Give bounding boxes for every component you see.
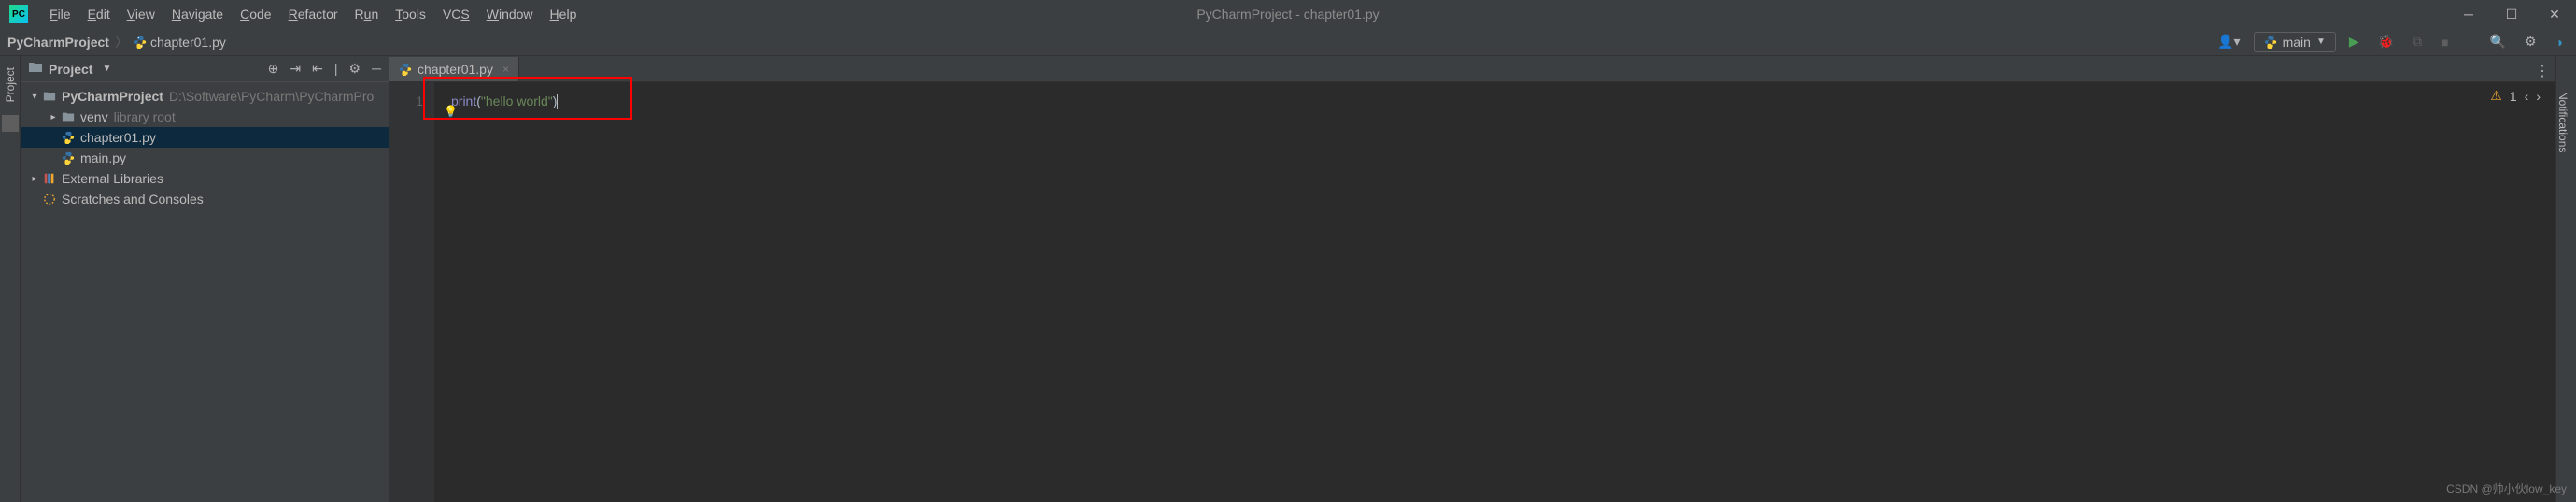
- warning-count: 1: [2510, 89, 2517, 104]
- python-file-icon: [60, 151, 77, 165]
- divider-icon: |: [334, 61, 338, 77]
- editor-tabs: chapter01.py × ⋮: [389, 56, 2555, 82]
- window-title: PyCharmProject - chapter01.py: [1196, 7, 1379, 22]
- tree-venv-name: venv: [80, 109, 108, 124]
- expand-arrow-icon[interactable]: ▸: [28, 174, 41, 184]
- tree-file-label: chapter01.py: [80, 130, 156, 145]
- user-icon[interactable]: 👤▾: [2212, 30, 2245, 53]
- navigation-bar: PyCharmProject 〉 chapter01.py 👤▾ main ▼ …: [0, 28, 2576, 56]
- editor-body[interactable]: 1 print("hello world") 💡: [389, 82, 2555, 502]
- expand-arrow-icon[interactable]: ▾: [28, 92, 41, 102]
- select-opened-file-icon[interactable]: ⊕: [268, 61, 279, 77]
- coverage-button[interactable]: ⧉: [2407, 30, 2427, 53]
- editor-area: chapter01.py × ⋮ 1 print("hello world") …: [389, 56, 2555, 502]
- code-with-me-icon[interactable]: ◑: [2550, 31, 2569, 53]
- python-file-icon: [60, 131, 77, 144]
- app-logo-icon: PC: [9, 5, 28, 23]
- tree-scratches-label: Scratches and Consoles: [62, 192, 204, 207]
- warning-icon: ⚠: [2490, 88, 2502, 104]
- menu-navigate[interactable]: Navigate: [164, 3, 231, 25]
- text-cursor: [557, 94, 558, 109]
- more-tabs-icon[interactable]: ⋮: [2535, 62, 2548, 80]
- prev-highlight-icon[interactable]: ‹: [2525, 89, 2529, 104]
- maximize-button[interactable]: ☐: [2490, 0, 2533, 28]
- expand-all-icon[interactable]: ⇥: [290, 61, 301, 77]
- line-number: 1: [389, 92, 423, 110]
- structure-icon[interactable]: [2, 115, 19, 132]
- editor-inspection-status[interactable]: ⚠ 1 ‹ ›: [2490, 88, 2541, 104]
- project-panel-title: Project: [49, 62, 92, 77]
- menu-tools[interactable]: Tools: [388, 3, 433, 25]
- editor-gutter: 1: [389, 82, 434, 502]
- tree-venv-tag: library root: [114, 109, 176, 124]
- project-view-selector[interactable]: Project ▼: [28, 60, 111, 78]
- folder-icon: [28, 60, 43, 78]
- chevron-down-icon: ▼: [102, 64, 111, 74]
- tree-root-name: PyCharmProject: [62, 89, 163, 104]
- scratch-icon: [41, 193, 58, 206]
- search-icon[interactable]: 🔍: [2484, 30, 2512, 53]
- right-rail-notifications-tab[interactable]: Notifications: [2556, 84, 2569, 160]
- settings-icon[interactable]: ⚙: [2519, 30, 2542, 53]
- tree-root-path: D:\Software\PyCharm\PyCharmPro: [169, 89, 374, 104]
- right-tool-rail: Notifications: [2555, 56, 2576, 502]
- expand-arrow-icon[interactable]: ▸: [47, 112, 60, 122]
- code-line-1[interactable]: print("hello world"): [451, 92, 2555, 110]
- run-config-selector[interactable]: main ▼: [2254, 32, 2336, 52]
- tool-settings-icon[interactable]: ⚙: [349, 61, 361, 77]
- debug-button[interactable]: 🐞: [2372, 30, 2399, 53]
- tree-row-scratches[interactable]: Scratches and Consoles: [21, 189, 389, 209]
- python-file-icon: [399, 63, 412, 76]
- tree-row-file-chapter01[interactable]: chapter01.py: [21, 127, 389, 148]
- project-tool-header: Project ▼ ⊕ ⇥ ⇤ | ⚙ ─: [21, 56, 389, 82]
- menu-vcs[interactable]: VCS: [435, 3, 477, 25]
- chevron-right-icon: 〉: [115, 33, 128, 51]
- breadcrumb-file-label: chapter01.py: [150, 35, 226, 50]
- tree-file-label: main.py: [80, 151, 126, 165]
- window-controls: ─ ☐ ✕: [2447, 0, 2576, 28]
- menu-window[interactable]: Window: [479, 3, 541, 25]
- close-button[interactable]: ✕: [2533, 0, 2576, 28]
- menu-help[interactable]: Help: [543, 3, 585, 25]
- left-tool-rail: Project: [0, 56, 21, 502]
- breadcrumb-file[interactable]: chapter01.py: [134, 35, 226, 50]
- tree-row-external-libraries[interactable]: ▸ External Libraries: [21, 168, 389, 189]
- code-area[interactable]: print("hello world") 💡: [434, 82, 2555, 502]
- minimize-button[interactable]: ─: [2447, 0, 2490, 28]
- tree-row-file-main[interactable]: main.py: [21, 148, 389, 168]
- menu-view[interactable]: View: [120, 3, 163, 25]
- breadcrumb: PyCharmProject 〉 chapter01.py: [7, 33, 226, 51]
- tree-external-label: External Libraries: [62, 171, 163, 186]
- left-rail-project-tab[interactable]: Project: [4, 60, 17, 109]
- python-file-icon: [134, 36, 147, 49]
- folder-icon: [41, 90, 58, 103]
- project-tool-window: Project ▼ ⊕ ⇥ ⇤ | ⚙ ─ ▾ PyCharmProject D…: [21, 56, 389, 502]
- editor-tab-label: chapter01.py: [418, 62, 493, 77]
- run-config-name: main: [2283, 35, 2311, 50]
- collapse-all-icon[interactable]: ⇤: [312, 61, 323, 77]
- folder-icon: [60, 110, 77, 123]
- next-highlight-icon[interactable]: ›: [2536, 89, 2541, 104]
- menu-refactor[interactable]: Refactor: [281, 3, 346, 25]
- tree-row-venv[interactable]: ▸ venv library root: [21, 107, 389, 127]
- library-icon: [41, 172, 58, 185]
- editor-tab-chapter01[interactable]: chapter01.py ×: [389, 57, 519, 81]
- python-icon: [2264, 36, 2277, 49]
- hide-icon[interactable]: ─: [372, 61, 381, 77]
- intention-bulb-icon[interactable]: 💡: [444, 105, 458, 118]
- titlebar: PC File Edit View Navigate Code Refactor…: [0, 0, 2576, 28]
- menu-run[interactable]: Run: [347, 3, 387, 25]
- close-tab-icon[interactable]: ×: [502, 63, 509, 76]
- menu-code[interactable]: Code: [233, 3, 278, 25]
- breadcrumb-project[interactable]: PyCharmProject: [7, 35, 109, 50]
- run-button[interactable]: ▶: [2343, 30, 2365, 53]
- tree-row-root[interactable]: ▾ PyCharmProject D:\Software\PyCharm\PyC…: [21, 86, 389, 107]
- menu-file[interactable]: File: [42, 3, 78, 25]
- menu-edit[interactable]: Edit: [80, 3, 118, 25]
- chevron-down-icon: ▼: [2316, 36, 2326, 47]
- watermark: CSDN @帅小伙low_key: [2446, 480, 2567, 496]
- stop-button[interactable]: ■: [2435, 31, 2454, 53]
- project-tree: ▾ PyCharmProject D:\Software\PyCharm\PyC…: [21, 82, 389, 502]
